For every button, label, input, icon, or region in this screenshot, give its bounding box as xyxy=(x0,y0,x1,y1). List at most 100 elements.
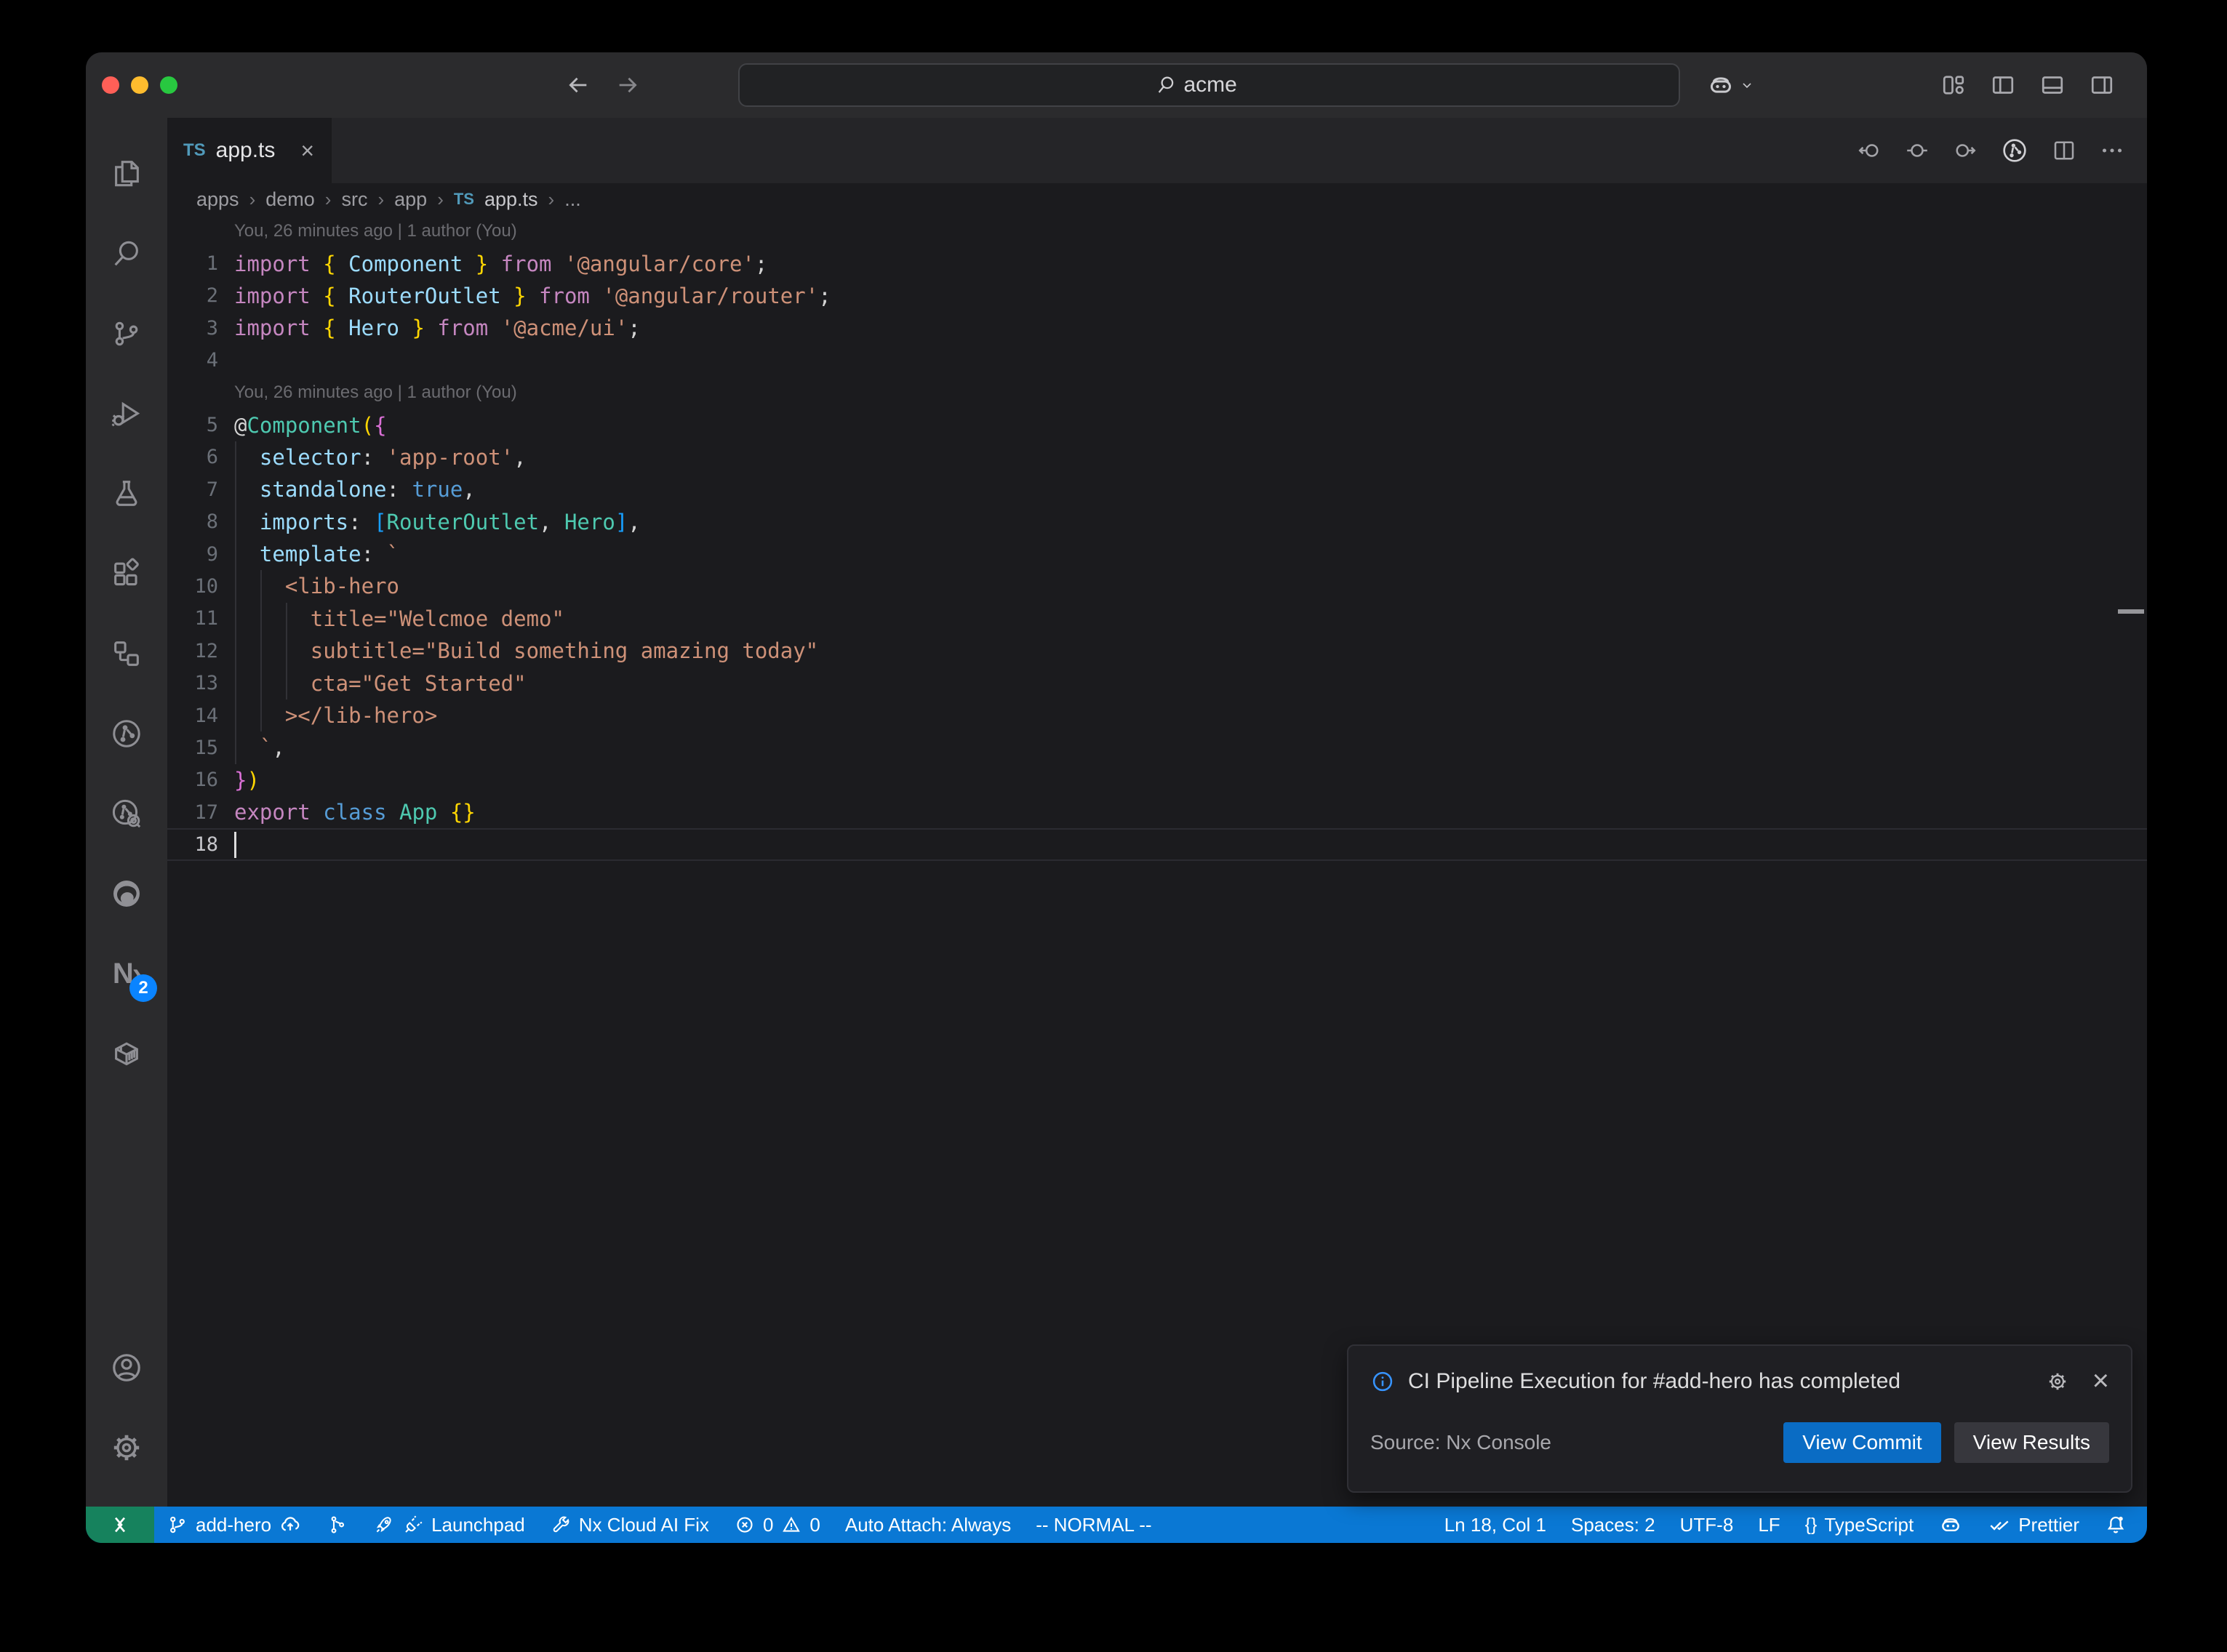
history-nav xyxy=(566,52,640,118)
copilot-status-item[interactable] xyxy=(1926,1507,1975,1543)
view-commit-button[interactable]: View Commit xyxy=(1783,1422,1940,1463)
formatter-status-item[interactable]: Prettier xyxy=(1975,1507,2092,1543)
explorer-icon[interactable] xyxy=(86,134,167,214)
search-icon xyxy=(1155,74,1177,96)
toggle-primary-sidebar-icon[interactable] xyxy=(1990,72,2016,98)
rocket-icon xyxy=(373,1514,395,1536)
split-editor-icon[interactable] xyxy=(2051,137,2077,164)
code-editor[interactable]: You, 26 minutes ago | 1 author (You)1imp… xyxy=(167,215,2147,1507)
navigate-forward-icon[interactable] xyxy=(1952,137,1978,164)
copilot-icon xyxy=(1706,71,1735,100)
indentation-status-item[interactable]: Spaces: 2 xyxy=(1559,1507,1668,1543)
code-rows: You, 26 minutes ago | 1 author (You)1imp… xyxy=(167,215,2147,861)
launchpad-status-item[interactable]: Launchpad xyxy=(361,1507,537,1543)
settings-gear-icon[interactable] xyxy=(86,1408,167,1488)
edge-tools-icon[interactable] xyxy=(86,854,167,934)
remote-indicator[interactable] xyxy=(86,1507,154,1543)
copilot-icon xyxy=(1938,1512,1963,1537)
breadcrumb-apps[interactable]: apps xyxy=(196,188,239,211)
warning-count: 0 xyxy=(809,1514,820,1536)
back-arrow-icon[interactable] xyxy=(566,73,591,97)
close-window-button[interactable] xyxy=(102,76,119,94)
double-check-icon xyxy=(1988,1513,2011,1536)
cursor-position-status-item[interactable]: Ln 18, Col 1 xyxy=(1432,1507,1559,1543)
breadcrumb-file[interactable]: app.ts xyxy=(484,188,538,211)
chevron-right-icon: › xyxy=(377,188,384,211)
breadcrumb-app[interactable]: app xyxy=(394,188,427,211)
gitlens-icon[interactable] xyxy=(86,694,167,774)
breadcrumb-more[interactable]: ... xyxy=(564,188,581,211)
toggle-panel-icon[interactable] xyxy=(2039,72,2066,98)
chevron-right-icon: › xyxy=(325,188,332,211)
wrench-icon xyxy=(550,1514,572,1536)
notification-close-icon[interactable]: × xyxy=(2092,1365,2109,1398)
braces-icon: {} xyxy=(1805,1515,1818,1536)
code-line: 17export class App {} xyxy=(167,796,2147,828)
notification-source: Source: Nx Console xyxy=(1370,1431,1783,1454)
launchpad-label: Launchpad xyxy=(431,1514,525,1536)
breadcrumb-src[interactable]: src xyxy=(341,188,367,211)
text-cursor xyxy=(234,832,236,858)
containers-icon[interactable] xyxy=(86,1014,167,1094)
nx-cloud-status-item[interactable]: Nx Cloud AI Fix xyxy=(537,1507,721,1543)
copilot-menu[interactable] xyxy=(1706,52,1754,118)
maximize-window-button[interactable] xyxy=(160,76,177,94)
notifications-bell[interactable] xyxy=(2092,1507,2140,1543)
error-icon xyxy=(734,1514,756,1536)
code-line: 7 standalone: true, xyxy=(167,473,2147,505)
run-debug-icon[interactable] xyxy=(86,374,167,454)
code-line: 8 imports: [RouterOutlet, Hero], xyxy=(167,506,2147,538)
vim-mode-status-item[interactable]: -- NORMAL -- xyxy=(1023,1507,1164,1543)
breadcrumb-demo[interactable]: demo xyxy=(265,188,315,211)
eol-status-item[interactable]: LF xyxy=(1746,1507,1792,1543)
view-results-button[interactable]: View Results xyxy=(1954,1422,2109,1463)
toggle-secondary-sidebar-icon[interactable] xyxy=(2089,72,2115,98)
typescript-file-icon: TS xyxy=(454,190,474,209)
code-line: 13 cta="Get Started" xyxy=(167,667,2147,699)
blame-annotation: You, 26 minutes ago | 1 author (You) xyxy=(167,215,2147,247)
tab-close-icon[interactable]: × xyxy=(300,137,314,164)
command-center-search[interactable] xyxy=(738,63,1680,107)
nx-cloud-label: Nx Cloud AI Fix xyxy=(579,1514,709,1536)
nx-console-icon[interactable]: N› 2 xyxy=(86,934,167,1014)
minimize-window-button[interactable] xyxy=(131,76,148,94)
customize-layout-icon[interactable] xyxy=(1940,72,1967,98)
chevron-right-icon: › xyxy=(437,188,444,211)
branch-status-item[interactable]: add-hero xyxy=(154,1507,314,1543)
chevron-right-icon: › xyxy=(249,188,256,211)
accounts-icon[interactable] xyxy=(86,1328,167,1408)
extensions-icon[interactable] xyxy=(86,534,167,614)
problems-status-item[interactable]: 0 0 xyxy=(721,1507,833,1543)
commit-graph-icon[interactable] xyxy=(2000,136,2029,165)
forward-arrow-icon[interactable] xyxy=(615,73,640,97)
gitlens-inspect-icon[interactable] xyxy=(86,774,167,854)
current-change-icon[interactable] xyxy=(1904,137,1930,164)
navigate-back-icon[interactable] xyxy=(1856,137,1882,164)
activity-bar: N› 2 xyxy=(86,118,167,1507)
code-line: 6 selector: 'app-root', xyxy=(167,441,2147,473)
code-line: 4 xyxy=(167,345,2147,377)
status-bar: add-hero Launchpad xyxy=(86,1507,2147,1543)
auto-attach-status-item[interactable]: Auto Attach: Always xyxy=(833,1507,1023,1543)
blame-annotation: You, 26 minutes ago | 1 author (You) xyxy=(167,377,2147,409)
project-hierarchy-icon[interactable] xyxy=(86,614,167,694)
vscode-window: N› 2 TS app.ts xyxy=(86,52,2147,1543)
testing-icon[interactable] xyxy=(86,454,167,534)
source-control-icon[interactable] xyxy=(86,294,167,374)
encoding-status-item[interactable]: UTF-8 xyxy=(1668,1507,1746,1543)
plug-icon xyxy=(402,1514,424,1536)
more-actions-icon[interactable] xyxy=(2099,137,2125,164)
layout-controls xyxy=(1940,52,2115,118)
info-icon xyxy=(1370,1369,1395,1394)
code-line: 11 title="Welcmoe demo" xyxy=(167,603,2147,635)
tab-app-ts[interactable]: TS app.ts × xyxy=(167,118,332,183)
chevron-down-icon xyxy=(1740,78,1754,92)
search-input[interactable] xyxy=(1184,73,1264,97)
language-status-item[interactable]: {} TypeScript xyxy=(1793,1507,1927,1543)
code-line: 2import { RouterOutlet } from '@angular/… xyxy=(167,280,2147,312)
search-view-icon[interactable] xyxy=(86,214,167,294)
notification-settings-gear-icon[interactable] xyxy=(2046,1370,2069,1393)
language-label: TypeScript xyxy=(1824,1514,1914,1536)
code-line: 16}) xyxy=(167,764,2147,796)
git-compare-status-item[interactable] xyxy=(314,1507,361,1543)
